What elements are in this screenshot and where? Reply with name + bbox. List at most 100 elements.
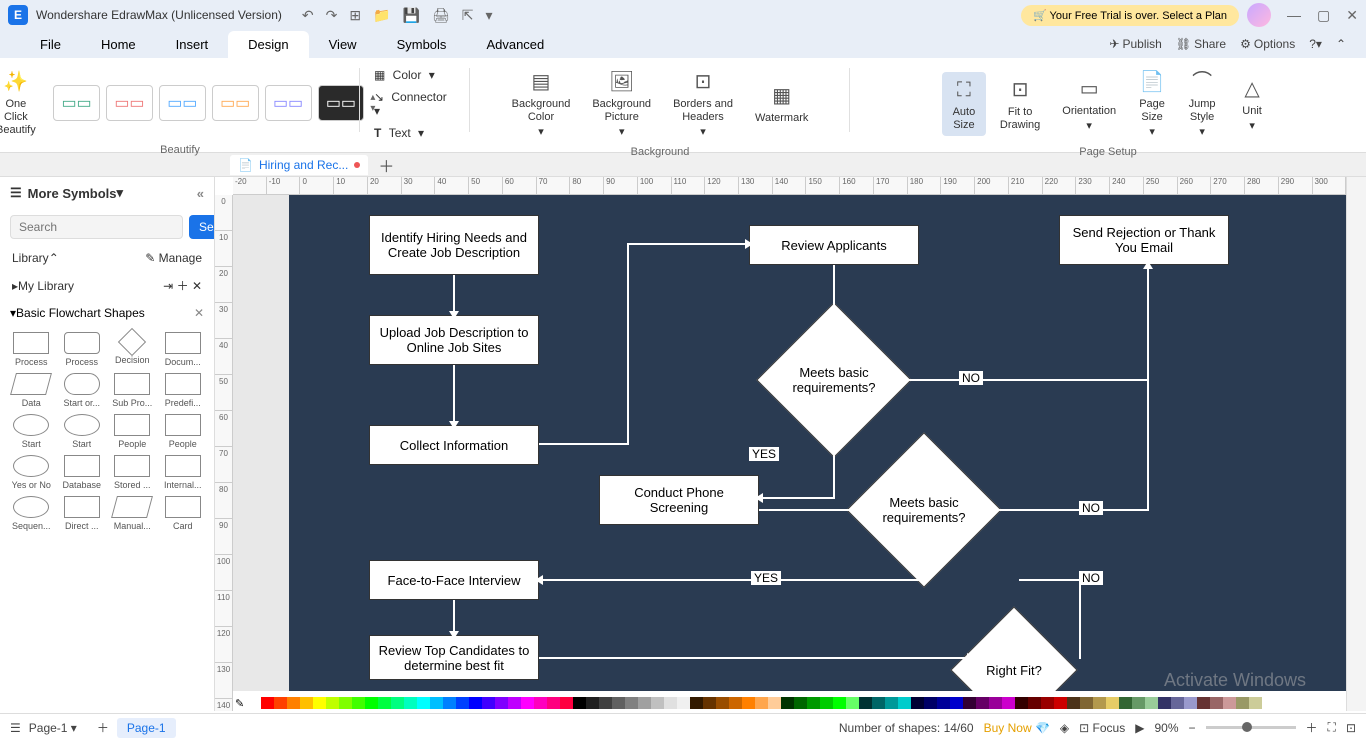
page-size-button[interactable]: 📄Page Size ▾: [1130, 64, 1174, 144]
color-swatch[interactable]: [794, 697, 807, 709]
shape-direct ...[interactable]: Direct ...: [59, 496, 106, 531]
color-swatch[interactable]: [404, 697, 417, 709]
import-icon[interactable]: ⇥: [163, 279, 173, 293]
color-swatch[interactable]: [937, 697, 950, 709]
color-swatch[interactable]: [274, 697, 287, 709]
color-swatch[interactable]: [1015, 697, 1028, 709]
color-swatch[interactable]: [287, 697, 300, 709]
flow-box-identify[interactable]: Identify Hiring Needs and Create Job Des…: [369, 215, 539, 275]
shape-manual...[interactable]: Manual...: [109, 496, 156, 531]
color-swatch[interactable]: [391, 697, 404, 709]
publish-button[interactable]: ✈ Publish: [1109, 37, 1161, 51]
color-swatch[interactable]: [703, 697, 716, 709]
shape-people[interactable]: People: [109, 414, 156, 449]
layers-icon[interactable]: ◈: [1060, 721, 1069, 735]
color-swatch[interactable]: [612, 697, 625, 709]
color-swatch[interactable]: [638, 697, 651, 709]
color-swatch[interactable]: [573, 697, 586, 709]
shape-stored ...[interactable]: Stored ...: [109, 455, 156, 490]
jump-style-button[interactable]: ⌒Jump Style ▾: [1180, 64, 1224, 144]
color-swatch[interactable]: [833, 697, 846, 709]
right-panel-collapsed[interactable]: [1346, 177, 1366, 711]
color-swatch[interactable]: [1041, 697, 1054, 709]
library-label[interactable]: Library: [12, 251, 49, 265]
flow-box-collect[interactable]: Collect Information: [369, 425, 539, 465]
document-tab[interactable]: 📄 Hiring and Rec...: [230, 155, 368, 175]
flow-box-interview[interactable]: Face-to-Face Interview: [369, 560, 539, 600]
menu-file[interactable]: File: [20, 31, 81, 58]
color-swatch[interactable]: [521, 697, 534, 709]
connector-button[interactable]: ↘ Connector ▾: [370, 88, 460, 120]
zoom-slider[interactable]: [1206, 726, 1296, 729]
shape-yes or no[interactable]: Yes or No: [8, 455, 55, 490]
color-swatch[interactable]: [989, 697, 1002, 709]
buy-now-button[interactable]: Buy Now 💎: [984, 721, 1050, 735]
basic-shapes-label[interactable]: Basic Flowchart Shapes: [16, 306, 145, 320]
color-swatch[interactable]: [755, 697, 768, 709]
color-swatch[interactable]: [1184, 697, 1197, 709]
hamburger-icon[interactable]: ☰: [10, 185, 22, 201]
color-swatch[interactable]: [664, 697, 677, 709]
page-list-icon[interactable]: ☰: [10, 721, 21, 735]
user-avatar-icon[interactable]: [1247, 3, 1271, 27]
collapse-ribbon-icon[interactable]: ⌃: [1336, 37, 1346, 51]
shape-data[interactable]: Data: [8, 373, 55, 408]
flow-box-review[interactable]: Review Applicants: [749, 225, 919, 265]
zoom-out-icon[interactable]: −: [1189, 721, 1196, 735]
shape-database[interactable]: Database: [59, 455, 106, 490]
remove-icon[interactable]: ✕: [192, 279, 202, 293]
bg-color-button[interactable]: ▤Background Color ▾: [504, 64, 579, 144]
color-swatch[interactable]: [1145, 697, 1158, 709]
color-swatch[interactable]: [365, 697, 378, 709]
color-swatch[interactable]: [261, 697, 274, 709]
options-button[interactable]: ⚙ Options: [1240, 37, 1295, 51]
page-select[interactable]: Page-1 ▾: [29, 721, 77, 735]
picker-icon[interactable]: ✎: [235, 697, 244, 710]
share-button[interactable]: ⛓ Share: [1176, 37, 1226, 51]
color-swatch[interactable]: [352, 697, 365, 709]
theme-swatch-6[interactable]: ▭▭: [318, 85, 365, 121]
color-swatch[interactable]: [781, 697, 794, 709]
menu-home[interactable]: Home: [81, 31, 156, 58]
color-swatch[interactable]: [313, 697, 326, 709]
color-swatch[interactable]: [326, 697, 339, 709]
color-swatch[interactable]: [300, 697, 313, 709]
my-library-item[interactable]: My Library: [18, 279, 74, 293]
menu-advanced[interactable]: Advanced: [466, 31, 564, 58]
color-swatch[interactable]: [430, 697, 443, 709]
shape-start[interactable]: Start: [59, 414, 106, 449]
theme-swatch-5[interactable]: ▭▭: [265, 85, 312, 121]
theme-swatch-2[interactable]: ▭▭: [106, 85, 153, 121]
theme-swatch-3[interactable]: ▭▭: [159, 85, 206, 121]
play-icon[interactable]: ▶: [1135, 721, 1144, 735]
symbol-search-input[interactable]: [10, 215, 183, 239]
color-swatch[interactable]: [976, 697, 989, 709]
color-swatch[interactable]: [1028, 697, 1041, 709]
color-swatch[interactable]: [248, 697, 261, 709]
color-swatch[interactable]: [768, 697, 781, 709]
color-swatch[interactable]: [846, 697, 859, 709]
flow-box-review-top[interactable]: Review Top Candidates to determine best …: [369, 635, 539, 680]
flow-box-upload[interactable]: Upload Job Description to Online Job Sit…: [369, 315, 539, 365]
theme-swatch-1[interactable]: ▭▭: [53, 85, 100, 121]
text-button[interactable]: T Text ▾: [370, 124, 460, 142]
theme-swatch-4[interactable]: ▭▭: [212, 85, 259, 121]
color-swatch[interactable]: [469, 697, 482, 709]
fullscreen-icon[interactable]: ⊡: [1346, 721, 1356, 735]
flow-box-rejection[interactable]: Send Rejection or Thank You Email: [1059, 215, 1229, 265]
color-swatch[interactable]: [417, 697, 430, 709]
trial-banner[interactable]: 🛒 Your Free Trial is over. Select a Plan: [1021, 5, 1239, 26]
color-swatch[interactable]: [1067, 697, 1080, 709]
color-swatch[interactable]: [482, 697, 495, 709]
color-swatch[interactable]: [729, 697, 742, 709]
shape-predefi...[interactable]: Predefi...: [160, 373, 207, 408]
shape-docum...[interactable]: Docum...: [160, 332, 207, 367]
color-swatch[interactable]: [924, 697, 937, 709]
menu-insert[interactable]: Insert: [156, 31, 229, 58]
bg-picture-button[interactable]: 🖼Background Picture ▾: [584, 64, 659, 144]
borders-button[interactable]: ⊡Borders and Headers ▾: [665, 64, 741, 144]
color-swatch[interactable]: [1236, 697, 1249, 709]
add-icon[interactable]: ＋: [177, 279, 189, 293]
orientation-button[interactable]: ▭Orientation ▾: [1054, 71, 1124, 137]
color-swatch[interactable]: [534, 697, 547, 709]
